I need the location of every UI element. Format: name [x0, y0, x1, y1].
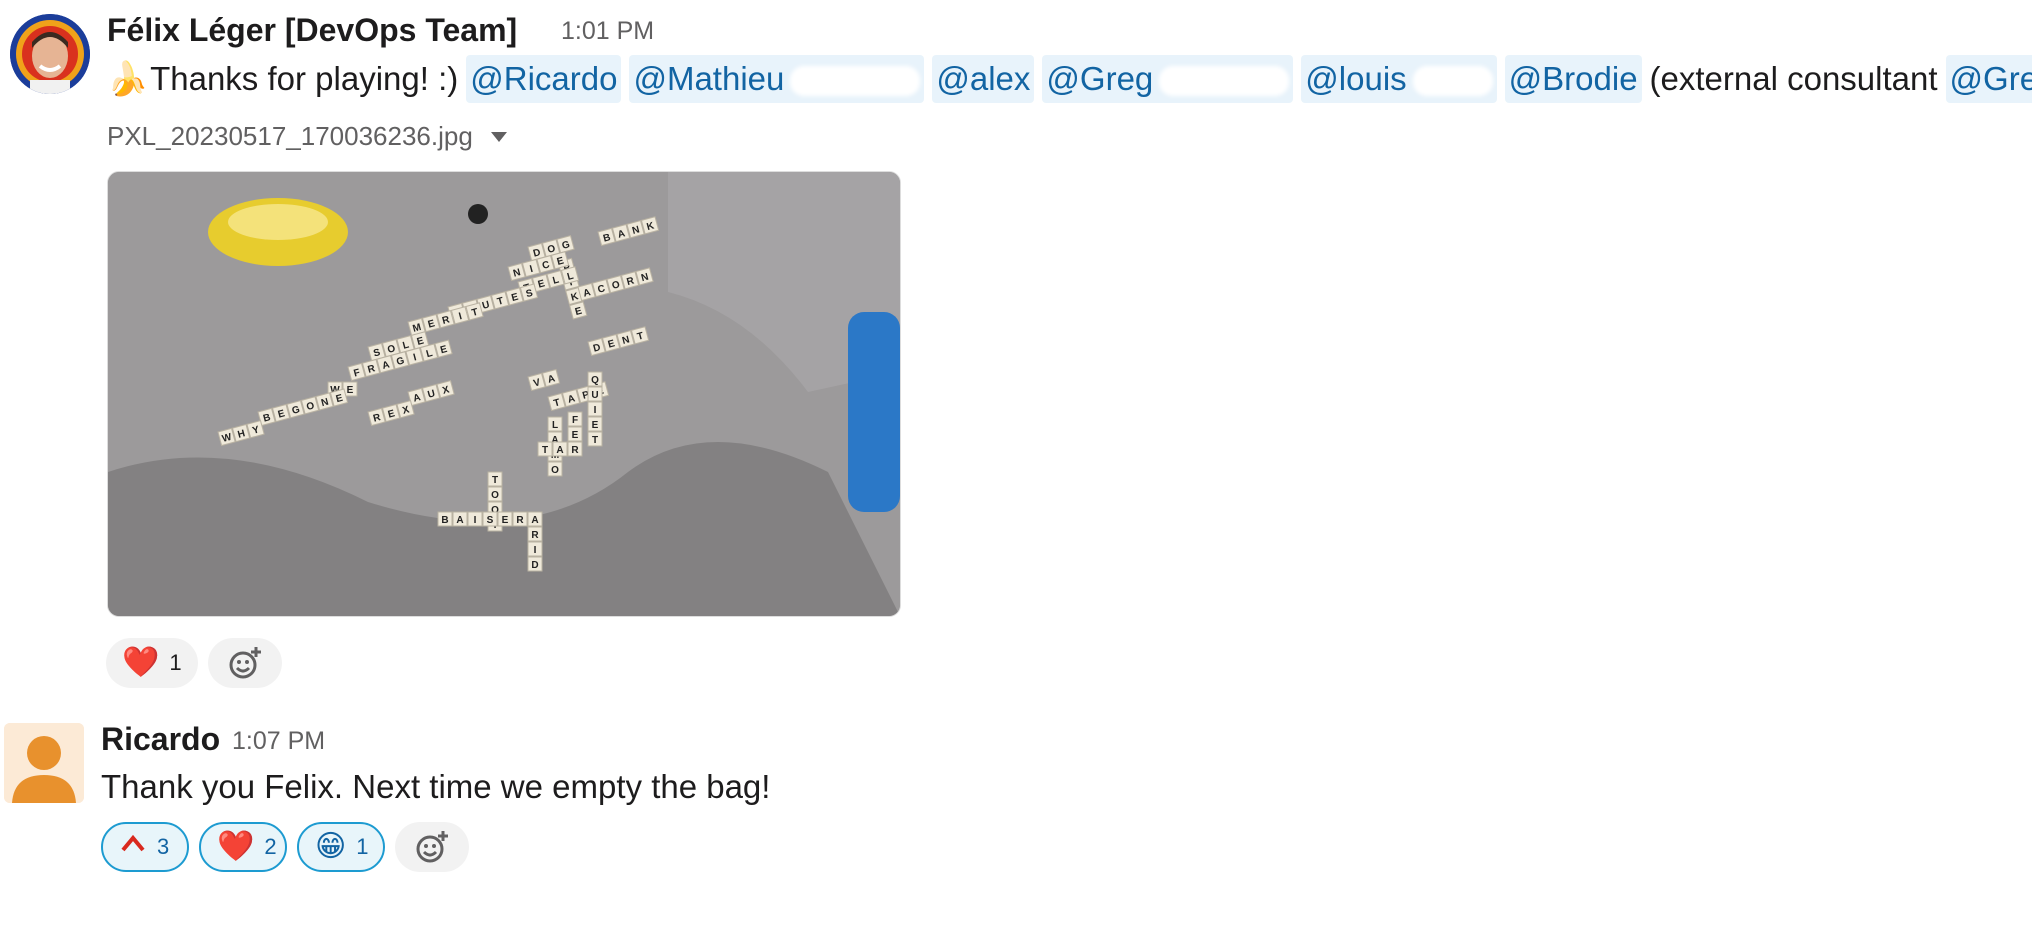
tile-letter: F	[572, 415, 578, 426]
tile-letter: E	[502, 515, 509, 526]
reaction-count: 3	[157, 834, 170, 859]
tile-letter: S	[487, 515, 494, 526]
attachment-filename[interactable]: PXL_20230517_170036236.jpg	[107, 121, 473, 152]
mention-greg[interactable]: @Greg	[1042, 55, 1294, 103]
heart-icon: ❤️	[217, 830, 255, 863]
grin-icon: 😁	[315, 830, 347, 863]
mention-greg-label: @Greg	[1046, 60, 1154, 97]
tile-letter: Q	[591, 375, 599, 386]
message-time[interactable]: 1:01 PM	[561, 17, 654, 46]
reaction-count: 1	[169, 650, 182, 675]
add-emoji-icon	[416, 831, 448, 863]
reaction-bar: ❤️ 1	[106, 638, 282, 688]
author-name[interactable]: Ricardo	[101, 721, 220, 758]
tile-letter: E	[572, 430, 579, 441]
word-tile: BAISER	[437, 511, 528, 527]
tile-letter: A	[556, 445, 563, 456]
tile-letter: I	[534, 545, 537, 556]
mention-mathieu-label: @Mathieu	[633, 60, 785, 97]
message-lead-text: Thanks for playing! :)	[150, 60, 459, 97]
caret-up-icon	[121, 834, 145, 852]
attached-photo[interactable]: BANKDOGPIKENICETELLACORNTOUTESMERITSOLEF…	[107, 171, 901, 617]
author-name[interactable]: Félix Léger [DevOps Team]	[107, 12, 517, 49]
redacted-surname	[1159, 66, 1290, 97]
tile-letter: T	[492, 475, 498, 486]
tile-letter: E	[347, 385, 354, 396]
add-reaction-button[interactable]	[395, 822, 469, 872]
tile-letter: T	[592, 435, 598, 446]
mention-alex[interactable]: @alex	[932, 55, 1035, 103]
tile-letter: R	[516, 515, 524, 526]
tile-letter: T	[542, 445, 548, 456]
message-felix: Félix Léger [DevOps Team] 1:01 PM 🍌 Than…	[0, 0, 2032, 700]
tile-letter: B	[441, 515, 448, 526]
paren-text: (external consultant	[1649, 60, 1938, 97]
word-tile: ARID	[527, 511, 543, 572]
redacted-surname	[1412, 66, 1493, 97]
avatar[interactable]	[10, 14, 90, 94]
mention-mathieu[interactable]: @Mathieu	[629, 55, 925, 103]
tile-letter: D	[531, 560, 538, 571]
word-tile: QUIET	[587, 371, 603, 447]
reaction-heart[interactable]: ❤️ 2	[199, 822, 287, 872]
banana-emoji: 🍌	[107, 59, 149, 97]
add-reaction-button[interactable]	[207, 638, 282, 688]
tile-letter: R	[571, 445, 579, 456]
mention-louis-label: @louis	[1305, 60, 1407, 97]
tile-letter: I	[594, 405, 597, 416]
word-tile: FER	[567, 411, 583, 457]
tile-letter: E	[592, 420, 599, 431]
tile-letter: L	[552, 420, 558, 431]
heart-icon: ❤️	[122, 646, 160, 679]
tile-letter: I	[474, 515, 477, 526]
tile-letter: R	[531, 530, 539, 541]
reaction-heart[interactable]: ❤️ 1	[106, 638, 198, 688]
reaction-grin[interactable]: 😁 1	[297, 822, 385, 872]
tile-letter: O	[551, 465, 559, 476]
mention-louis[interactable]: @louis	[1301, 55, 1497, 103]
tile-letter: A	[531, 515, 538, 526]
attachment-header[interactable]: PXL_20230517_170036236.jpg	[107, 121, 507, 152]
mention-brodie[interactable]: @Brodie	[1504, 55, 1642, 103]
redacted-surname	[790, 66, 921, 97]
message-time[interactable]: 1:07 PM	[232, 727, 325, 756]
reaction-count: 1	[356, 834, 369, 859]
tile-letter: U	[591, 390, 598, 401]
add-emoji-icon	[229, 647, 261, 679]
message-text: Thank you Felix. Next time we empty the …	[101, 768, 771, 805]
reaction-bar: 3 ❤️ 2 😁 1	[101, 822, 469, 872]
tile-letter: A	[456, 515, 463, 526]
tile-letter: O	[491, 490, 499, 501]
reaction-count: 2	[264, 834, 277, 859]
message-text: 🍌 Thanks for playing! :) @Ricardo @Mathi…	[107, 54, 2032, 104]
mention-greg-2[interactable]: @Greg	[1945, 55, 2032, 103]
chevron-down-icon[interactable]	[490, 131, 507, 142]
avatar[interactable]	[4, 723, 84, 803]
mention-ricardo[interactable]: @Ricardo	[466, 55, 622, 103]
reaction-upvote[interactable]: 3	[101, 822, 189, 872]
